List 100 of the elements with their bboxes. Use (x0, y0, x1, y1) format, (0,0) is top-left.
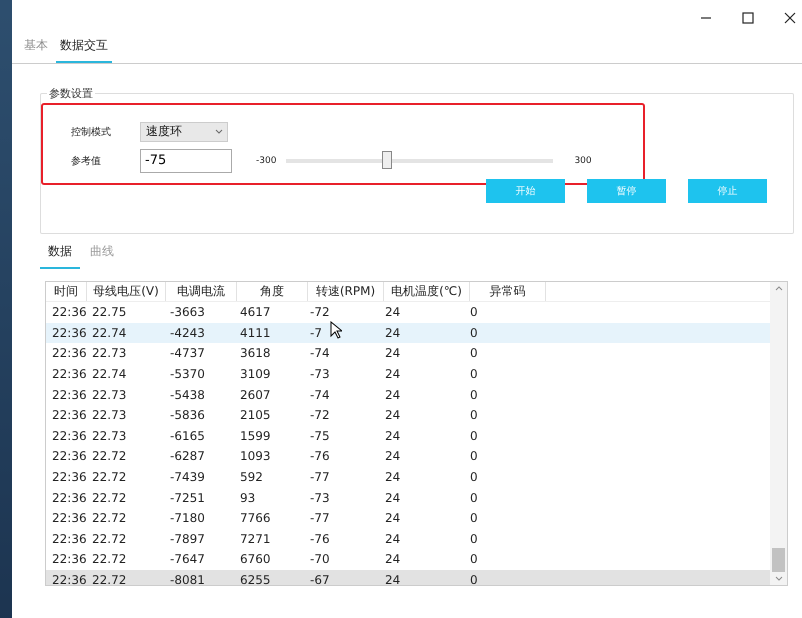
table-cell: -8081 (170, 573, 205, 585)
table-cell: 0 (470, 470, 478, 484)
mode-dropdown[interactable]: 速度环 (140, 122, 228, 142)
table-cell: 3109 (240, 367, 271, 382)
table-cell: 1599 (240, 428, 271, 443)
table-cell: -77 (310, 470, 330, 484)
reference-input[interactable]: -75 (140, 148, 232, 172)
table-row[interactable]: 22:36 22.72 -6287 1093 -76 24 0 (46, 446, 770, 467)
table-cell: 24 (385, 408, 400, 422)
table-row[interactable]: 22:36 22.72 -7897 7271 -76 24 0 (46, 528, 770, 550)
table-cell: 22.75 (92, 305, 126, 320)
table-cell: -6287 (170, 449, 205, 464)
table-cell: 22.74 (92, 367, 126, 382)
column-header[interactable]: 母线电压(V) (87, 282, 166, 301)
scroll-thumb[interactable] (772, 548, 785, 572)
column-header[interactable]: 转速(RPM) (308, 282, 384, 301)
table-cell: 0 (470, 552, 478, 566)
table-row[interactable]: 22:36 22.72 -7180 7766 -77 24 0 (46, 508, 770, 529)
maximize-icon[interactable] (742, 12, 754, 24)
table-cell: 22.72 (92, 573, 126, 585)
column-header[interactable]: 异常码 (470, 282, 546, 301)
tab[interactable]: 基本 (20, 37, 52, 63)
mouse-pointer-icon (330, 321, 342, 339)
table-cell: 93 (240, 490, 256, 505)
table-cell: -5438 (170, 388, 205, 402)
scroll-up-icon[interactable] (774, 286, 782, 291)
table-cell: 24 (385, 346, 400, 360)
table-cell: 22.73 (92, 428, 126, 443)
table-cell: -7180 (170, 511, 205, 526)
column-header[interactable]: 电机温度(℃) (384, 282, 470, 301)
scroll-down-icon[interactable] (774, 576, 782, 581)
table-cell: 592 (240, 470, 263, 484)
table-cell: -7251 (170, 490, 205, 505)
table-cell: -67 (310, 573, 330, 585)
table-cell: 1093 (240, 449, 271, 464)
table-cell: 0 (470, 346, 478, 360)
table-cell: 22:36 (52, 428, 87, 443)
column-header[interactable]: 电调电流 (166, 282, 237, 301)
table-row[interactable]: 22:36 22.73 -5438 2607 -74 24 0 (46, 384, 770, 405)
table-cell: 22:36 (52, 346, 87, 360)
close-icon[interactable] (784, 12, 796, 24)
table-cell: 22:36 (52, 408, 87, 422)
table-cell: 24 (385, 490, 400, 505)
table-row[interactable]: 22:36 22.72 -7439 592 -77 24 0 (46, 466, 770, 488)
table-row[interactable]: 22:36 22.73 -4737 3618 -74 24 0 (46, 343, 770, 364)
table-row[interactable]: 22:36 22.72 -7647 6760 -70 24 0 (46, 549, 770, 570)
table-row[interactable]: 22:36 22.73 -6165 1599 -75 24 0 (46, 426, 770, 446)
table-cell: -76 (310, 449, 330, 464)
table-cell: 24 (385, 573, 400, 585)
tab[interactable]: 数据交互 (56, 37, 112, 63)
table-cell: 4111 (240, 326, 271, 340)
table-cell: 24 (385, 449, 400, 464)
table-row[interactable]: 22:36 22.73 -5836 2105 -72 24 0 (46, 404, 770, 426)
table-cell: -7647 (170, 552, 205, 566)
table-cell: 22.73 (92, 388, 126, 402)
table-cell: 0 (470, 388, 478, 402)
tab[interactable]: 数据 (40, 243, 80, 269)
table-cell: 3618 (240, 346, 271, 360)
table-cell: 24 (385, 326, 400, 340)
table-cell: 22:36 (52, 367, 87, 382)
caret-icon (215, 129, 223, 134)
table-row[interactable]: 22:36 22.75 -3663 4617 -72 24 0 (46, 302, 770, 323)
table-cell: 0 (470, 449, 478, 464)
table-cell: -73 (310, 367, 330, 382)
field-label: 参考值 (71, 154, 102, 168)
table-cell: 22:36 (52, 388, 87, 402)
table-cell: -3663 (170, 305, 205, 320)
table-cell: 0 (470, 428, 478, 443)
table-row[interactable]: 22:36 22.72 -8081 6255 -67 24 0 (46, 570, 770, 585)
table-cell: 24 (385, 552, 400, 566)
table-cell: 24 (385, 470, 400, 484)
table-cell: -7 (310, 326, 322, 340)
table-cell: 24 (385, 428, 400, 443)
scrollbar[interactable] (770, 282, 787, 585)
table-row[interactable]: 22:36 22.74 -5370 3109 -73 24 0 (46, 364, 770, 384)
table-cell: 22.72 (92, 470, 126, 484)
table-cell: -73 (310, 490, 330, 505)
table-cell: -4243 (170, 326, 205, 340)
table-cell: 22:36 (52, 490, 87, 505)
table-cell: 24 (385, 367, 400, 382)
table-cell: 0 (470, 511, 478, 526)
table-row[interactable]: 22:36 22.74 -4243 4111 -7 24 0 (46, 322, 770, 344)
slider-thumb[interactable] (382, 150, 392, 168)
table-cell: -75 (310, 428, 330, 443)
column-header[interactable]: 时间 (46, 282, 87, 301)
table-cell: 0 (470, 532, 478, 546)
table-cell: 22.74 (92, 326, 126, 340)
table-cell: 22:36 (52, 470, 87, 484)
table-cell: 0 (470, 490, 478, 505)
table-cell: 0 (470, 305, 478, 320)
table-cell: 0 (470, 408, 478, 422)
table-cell: 22.72 (92, 552, 126, 566)
table-cell: 22.73 (92, 408, 126, 422)
table-cell: 22.72 (92, 449, 126, 464)
table-cell: 22:36 (52, 532, 87, 546)
table-row[interactable]: 22:36 22.72 -7251 93 -73 24 0 (46, 487, 770, 508)
column-header[interactable]: 角度 (237, 282, 308, 301)
table-cell: 6255 (240, 573, 271, 585)
table-cell: 6760 (240, 552, 271, 566)
table-cell: -72 (310, 305, 330, 320)
